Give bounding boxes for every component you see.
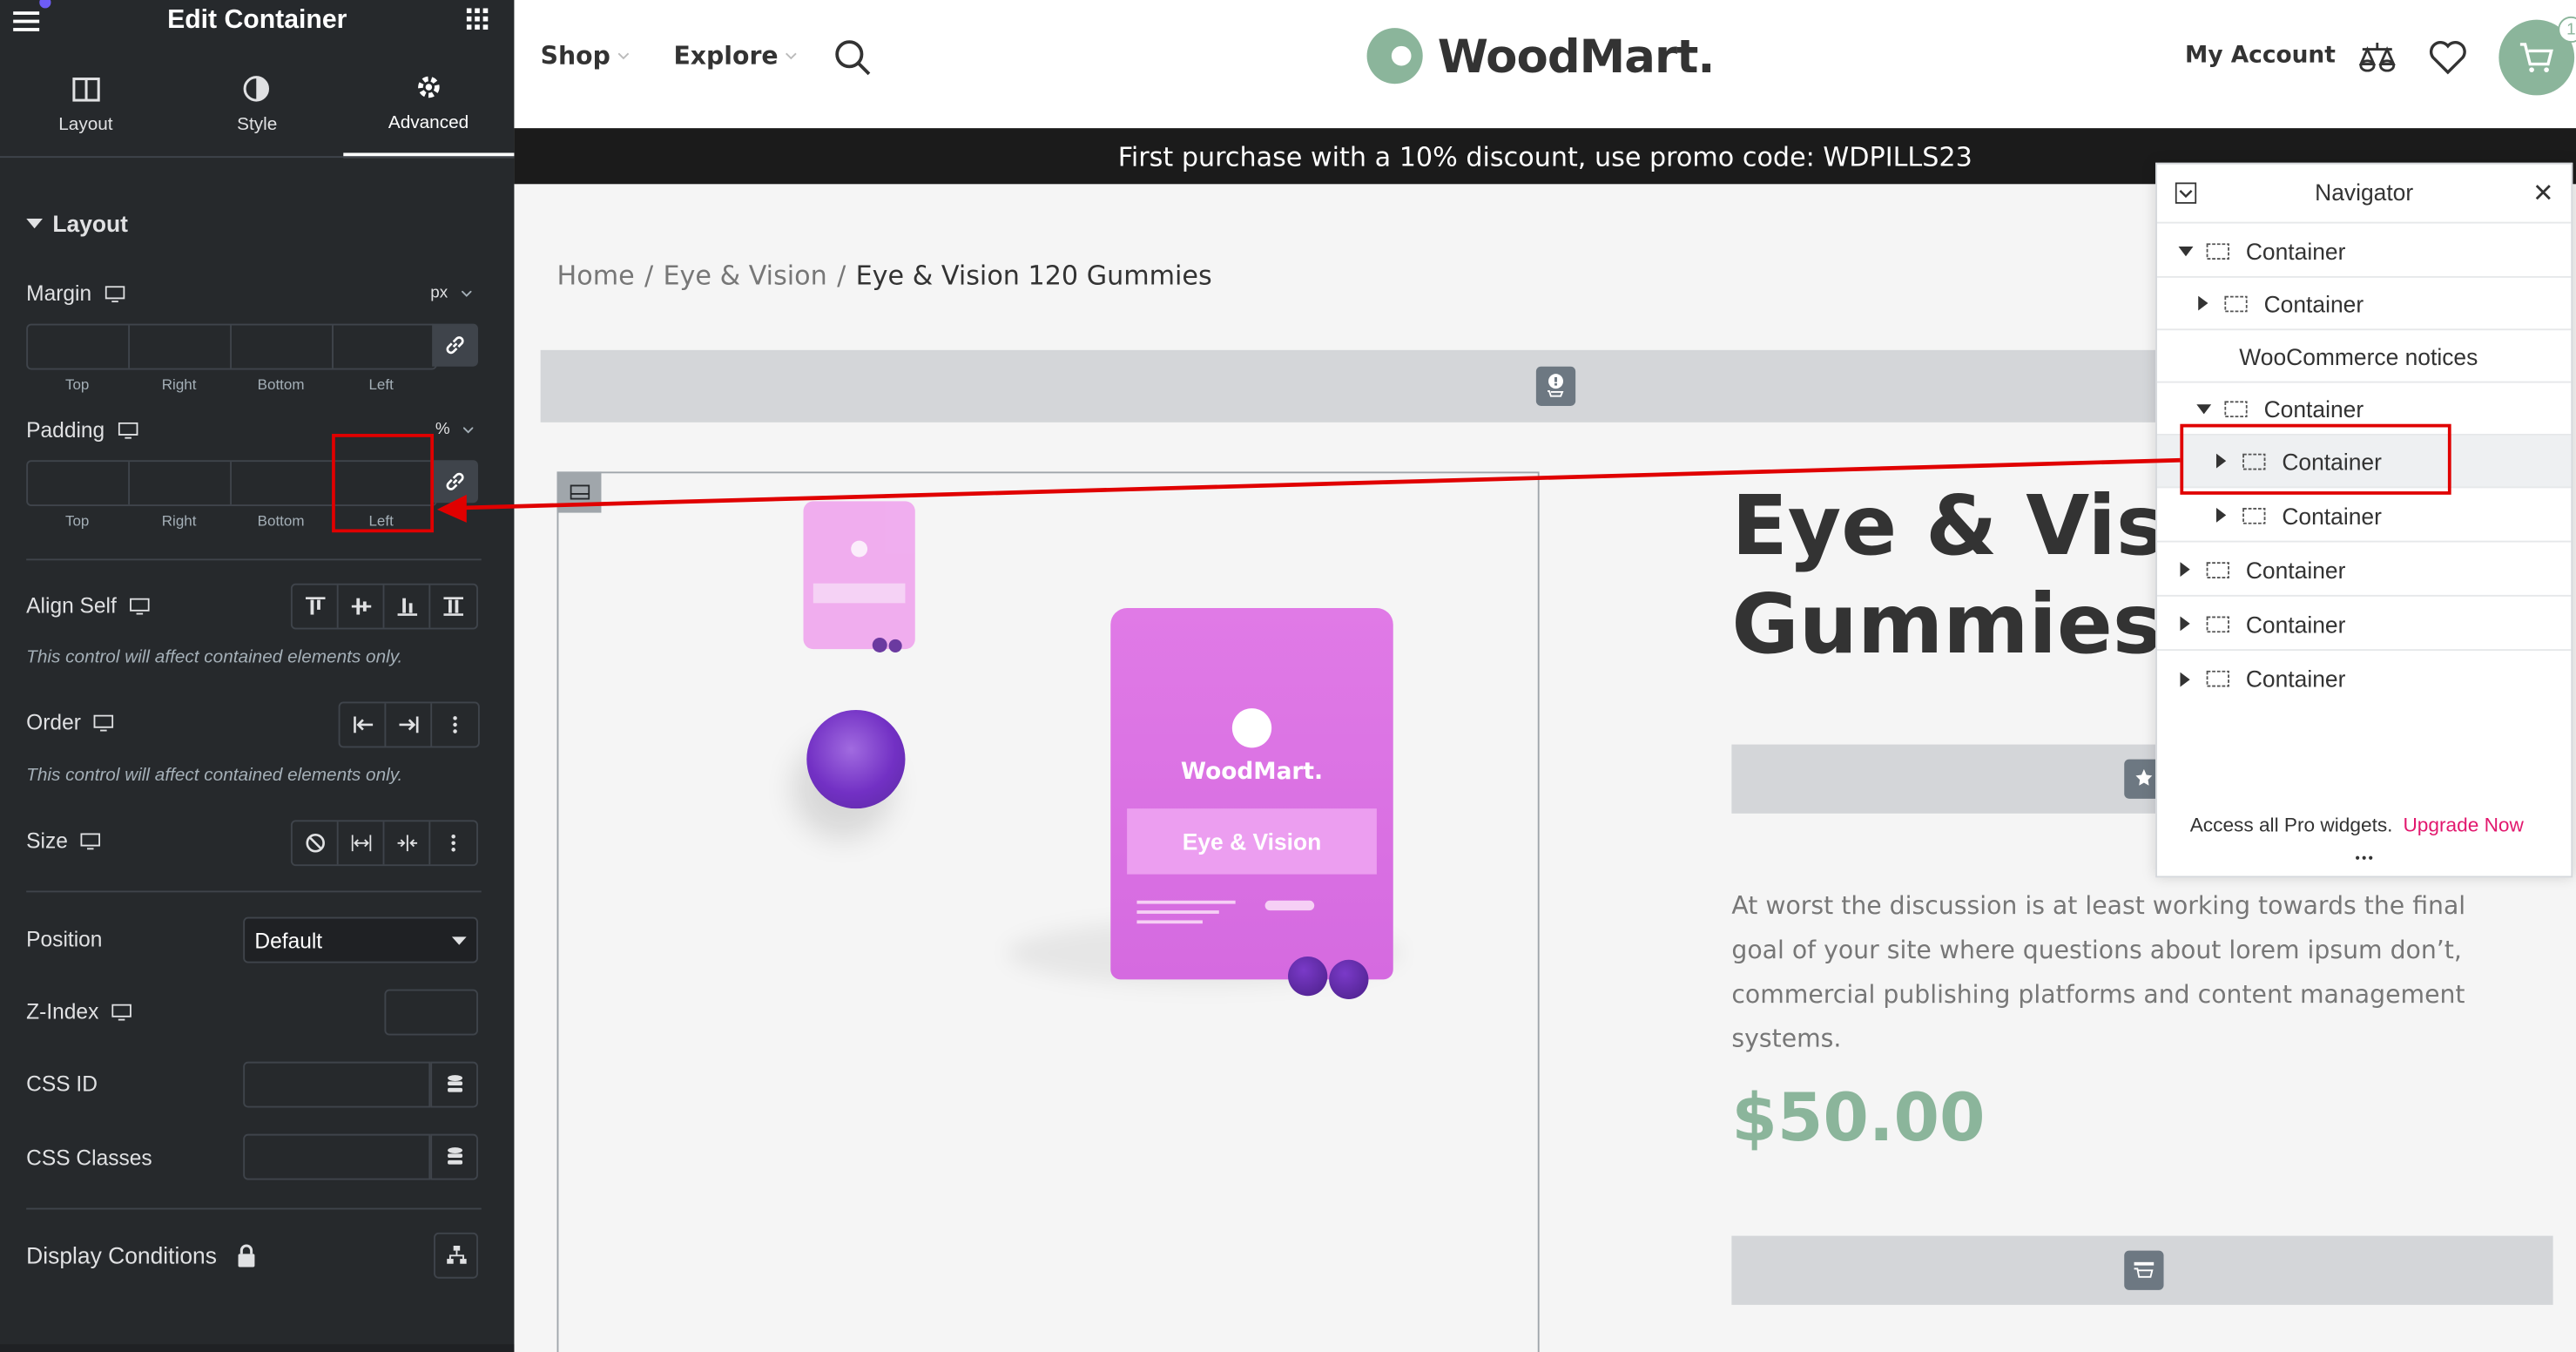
annotation-arrow [436,457,2181,523]
